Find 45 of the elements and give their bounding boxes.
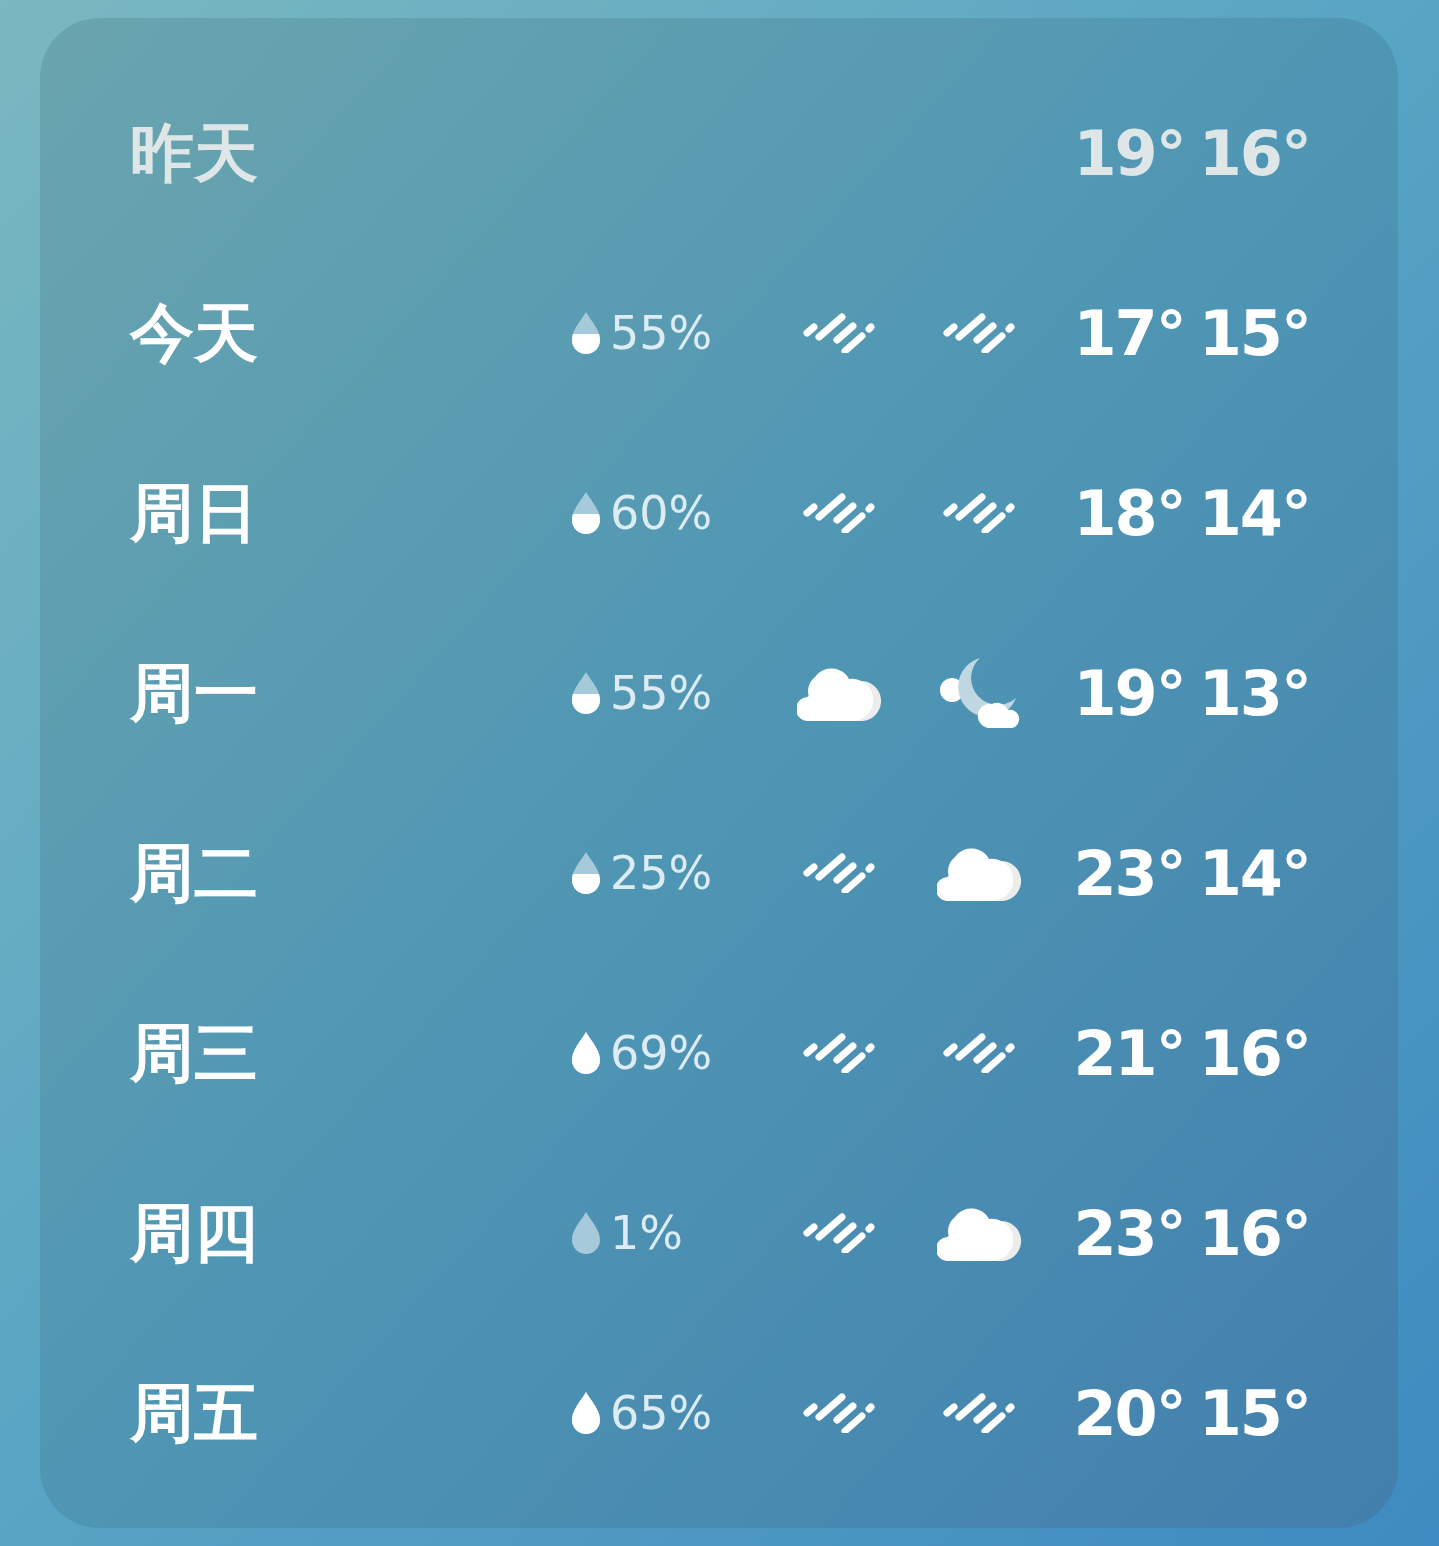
low-temperature: 14°: [1198, 835, 1310, 912]
precipitation-chance: 1%: [610, 1204, 683, 1262]
high-temperature: 19°: [1073, 655, 1185, 732]
low-temperature: 15°: [1198, 295, 1310, 372]
day-label: 周三: [130, 1015, 259, 1092]
high-temperature: 23°: [1073, 1195, 1185, 1272]
rain-icon: [942, 493, 1018, 533]
moon-cloud-icon: [938, 656, 1022, 730]
rain-icon: [802, 1213, 878, 1253]
day-label: 周二: [130, 835, 259, 912]
precipitation-chance: 55%: [610, 664, 713, 722]
precipitation-chance: 65%: [610, 1384, 713, 1442]
day-label: 周一: [130, 655, 259, 732]
high-temperature: 23°: [1073, 835, 1185, 912]
precipitation-chance: 69%: [610, 1024, 713, 1082]
high-temperature: 19°: [1073, 115, 1185, 192]
cloud-icon: [797, 665, 883, 721]
high-temperature: 20°: [1073, 1375, 1185, 1452]
precipitation-chance: 55%: [610, 304, 713, 362]
cloud-icon: [937, 845, 1023, 901]
low-temperature: 16°: [1198, 1015, 1310, 1092]
low-temperature: 14°: [1198, 475, 1310, 552]
day-label: 今天: [130, 295, 259, 372]
high-temperature: 17°: [1073, 295, 1185, 372]
rain-icon: [942, 1033, 1018, 1073]
high-temperature: 21°: [1073, 1015, 1185, 1092]
day-label: 昨天: [130, 115, 259, 192]
high-temperature: 18°: [1073, 475, 1185, 552]
low-temperature: 16°: [1198, 1195, 1310, 1272]
low-temperature: 15°: [1198, 1375, 1310, 1452]
rain-icon: [942, 313, 1018, 353]
low-temperature: 13°: [1198, 655, 1310, 732]
day-label: 周四: [130, 1195, 259, 1272]
rain-icon: [802, 493, 878, 533]
cloud-icon: [937, 1205, 1023, 1261]
day-label: 周日: [130, 475, 259, 552]
day-label: 周五: [130, 1375, 259, 1452]
precipitation-chance: 25%: [610, 844, 713, 902]
precipitation-chance: 60%: [610, 484, 713, 542]
rain-icon: [802, 853, 878, 893]
low-temperature: 16°: [1198, 115, 1310, 192]
rain-icon: [802, 1033, 878, 1073]
rain-icon: [942, 1393, 1018, 1433]
rain-icon: [802, 313, 878, 353]
rain-icon: [802, 1393, 878, 1433]
